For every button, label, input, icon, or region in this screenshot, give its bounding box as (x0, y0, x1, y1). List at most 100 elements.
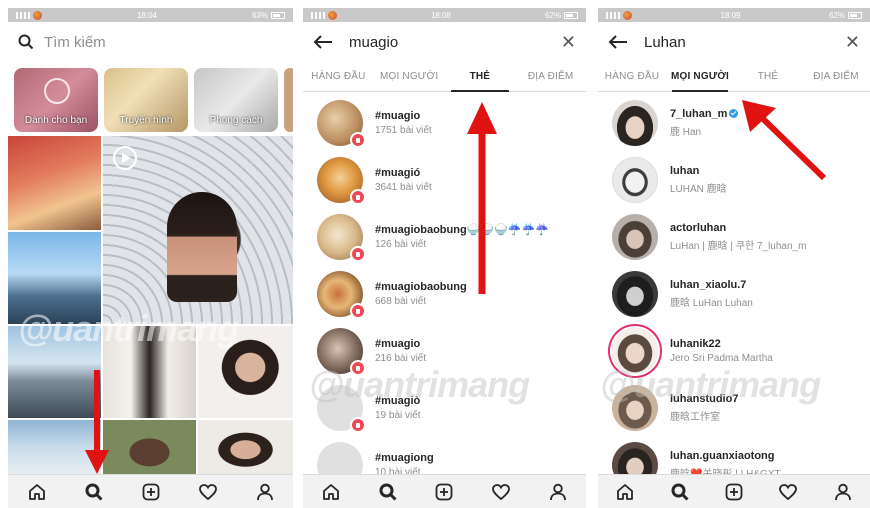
profile-icon[interactable] (548, 482, 568, 502)
tab-places[interactable]: ĐỊA ĐIỂM (802, 62, 870, 91)
full-name: 鹿 Han (670, 126, 702, 138)
full-name: 鹿晗 LuHan Luhan (670, 297, 753, 309)
hashtag-badge-icon (350, 359, 366, 376)
search-icon[interactable] (378, 482, 398, 502)
search-icon[interactable] (670, 482, 690, 502)
search-input[interactable]: Luhan (644, 34, 686, 51)
chip-for-you[interactable]: Dành cho bạn (14, 68, 98, 132)
username: actorluhan (670, 221, 727, 234)
battery-icon (563, 11, 578, 19)
heart-icon[interactable] (491, 482, 511, 502)
post-count: 3641 bài viết (375, 181, 432, 193)
chip-tv[interactable]: Truyền hình (104, 68, 188, 132)
avatar (612, 213, 658, 260)
tag-name: #muagiobaobung🍚🍚🍚☔☔☔ (375, 224, 549, 236)
username: luhan (670, 164, 700, 177)
list-item[interactable]: luhanstudio7 鹿晗工作室 (598, 379, 870, 436)
add-post-icon[interactable] (434, 482, 454, 502)
avatar (612, 99, 658, 146)
tab-people[interactable]: MỌI NGƯỜI (374, 62, 445, 91)
back-arrow-icon[interactable] (313, 34, 333, 50)
home-icon[interactable] (27, 482, 47, 502)
avatar (612, 270, 658, 317)
username: 7_luhan_m (670, 108, 739, 120)
topic-chips: Dành cho bạn Truyền hình Phong cách (8, 62, 293, 140)
post-count: 668 bài viết (375, 295, 427, 307)
list-item[interactable]: #muagiobaobung🍚🍚🍚☔☔☔ 126 bài viết (303, 208, 586, 265)
search-input[interactable]: Tìm kiếm (44, 34, 106, 51)
hashtag-badge-icon (350, 188, 366, 205)
list-item[interactable]: luhanik22 Jero Sri Padma Martha (598, 322, 870, 379)
post-count: 1751 bài viết (375, 124, 432, 136)
chip-label: Dành cho bạn (24, 115, 88, 126)
explore-post[interactable] (103, 326, 196, 418)
chip-more[interactable] (284, 68, 293, 132)
tab-top[interactable]: HÀNG ĐẦU (303, 62, 374, 91)
search-input[interactable]: muagio (349, 34, 398, 51)
search-bar[interactable]: Tìm kiếm (8, 22, 293, 62)
explore-post-video[interactable] (103, 136, 293, 324)
heart-icon[interactable] (198, 482, 218, 502)
explore-post[interactable] (103, 420, 196, 474)
profile-icon[interactable] (833, 482, 853, 502)
tab-people[interactable]: MỌI NGƯỜI (666, 62, 734, 92)
explore-post[interactable] (8, 326, 101, 418)
battery-level: 62% (828, 10, 845, 20)
tag-search-screen: 18:08 62% muagio ✕ HÀNG ĐẦU MỌI NGƯỜI TH… (303, 8, 586, 508)
search-icon[interactable] (84, 482, 104, 502)
list-item[interactable]: #muagiò 19 bài viết (303, 379, 586, 436)
list-item[interactable]: #muagiobaobung 668 bài viết (303, 265, 586, 322)
chip-style[interactable]: Phong cách (194, 68, 278, 132)
heart-icon[interactable] (778, 482, 798, 502)
explore-post[interactable] (8, 136, 101, 230)
username: luhanik22 (670, 337, 721, 350)
tag-name: #muagio (375, 109, 421, 122)
home-icon[interactable] (615, 482, 635, 502)
explore-post[interactable] (198, 326, 293, 418)
list-item[interactable]: #muagio 216 bài viết (303, 322, 586, 379)
list-item[interactable]: actorluhan LuHan | 鹿晗 | 쿠한 7_luhan_m (598, 208, 870, 265)
battery-level: 63% (251, 10, 268, 20)
list-item[interactable]: #muagió 3641 bài viết (303, 151, 586, 208)
status-bar: 18:09 62% (598, 8, 870, 22)
bottom-nav (598, 474, 870, 508)
search-tabs: HÀNG ĐẦU MỌI NGƯỜI THẺ ĐỊA ĐIỂM (303, 62, 586, 92)
list-item[interactable]: luhan_xiaolu.7 鹿晗 LuHan Luhan (598, 265, 870, 322)
people-results: 7_luhan_m 鹿 Han luhan LUHAN 鹿晗 actorluhan L… (598, 92, 870, 493)
explore-post[interactable] (198, 420, 293, 474)
search-bar: muagio ✕ (303, 22, 586, 62)
tab-tags[interactable]: THẺ (445, 62, 516, 92)
explore-post[interactable] (8, 420, 101, 474)
profile-icon[interactable] (255, 482, 275, 502)
clear-icon[interactable]: ✕ (845, 32, 860, 53)
hashtag-badge-icon (350, 416, 366, 433)
list-item[interactable]: 7_luhan_m 鹿 Han (598, 94, 870, 151)
status-time: 18:09 (720, 10, 741, 20)
tag-avatar (317, 384, 366, 433)
list-item[interactable]: #muagio 1751 bài viết (303, 94, 586, 151)
avatar-story-ring (612, 327, 658, 374)
add-post-icon[interactable] (724, 482, 744, 502)
full-name: LUHAN 鹿晗 (670, 183, 727, 195)
search-tabs: HÀNG ĐẦU MỌI NGƯỜI THẺ ĐỊA ĐIỂM (598, 62, 870, 92)
tab-places[interactable]: ĐỊA ĐIỂM (515, 62, 586, 91)
home-icon[interactable] (321, 482, 341, 502)
clear-icon[interactable]: ✕ (561, 32, 576, 53)
list-item[interactable]: luhan LUHAN 鹿晗 (598, 151, 870, 208)
search-bar: Luhan ✕ (598, 22, 870, 62)
post-count: 216 bài viết (375, 352, 427, 364)
status-bar: 18:08 62% (303, 8, 586, 22)
carrier-icon (623, 10, 632, 20)
tag-avatar (317, 327, 366, 376)
add-post-icon[interactable] (141, 482, 161, 502)
tag-avatar (317, 99, 366, 148)
tag-avatar (317, 270, 366, 319)
chip-label: Truyền hình (119, 115, 173, 126)
tab-top[interactable]: HÀNG ĐẦU (598, 62, 666, 91)
verified-badge-icon (729, 108, 739, 118)
tag-avatar (317, 213, 366, 262)
explore-post[interactable] (8, 232, 101, 324)
tab-tags[interactable]: THẺ (734, 62, 802, 91)
back-arrow-icon[interactable] (608, 34, 628, 50)
explore-grid: @uantrimang (8, 136, 293, 474)
